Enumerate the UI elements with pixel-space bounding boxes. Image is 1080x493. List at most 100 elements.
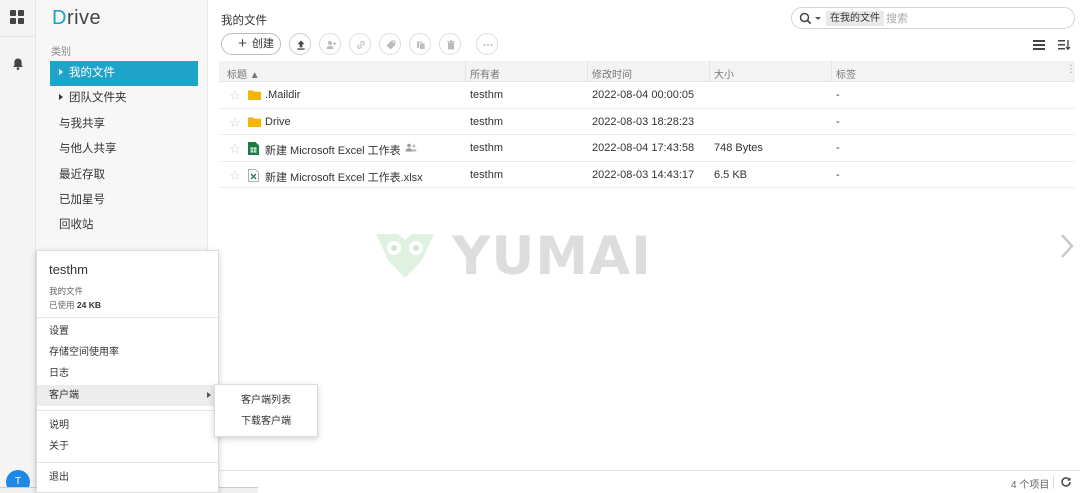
share-button[interactable] [319,33,341,55]
table-row[interactable]: ☆ Drive testhm 2022-08-03 18:28:23 - [219,109,1075,136]
column-divider[interactable] [465,61,466,82]
sidebar-item-starred[interactable]: 已加星号 [50,188,198,213]
menu-item-about[interactable]: 关于 [37,436,218,457]
star-icon[interactable]: ☆ [229,168,241,184]
link-icon [357,41,365,49]
submenu-item-client-list[interactable]: 客户端列表 [215,390,317,411]
create-label: 创建 [251,38,274,50]
link-button[interactable] [349,33,371,55]
sidebar-item-label: 与他人共享 [59,143,117,156]
spreadsheet-icon [248,142,259,156]
sidebar-item-label: 团队文件夹 [69,92,127,105]
file-size: 748 Bytes [714,142,763,155]
column-header-title[interactable]: 标题 ▲ [227,66,260,81]
create-button[interactable]: + 创建 [221,33,281,55]
category-heading: 类别 [51,47,71,58]
table-header: 标题 ▲ 所有者 修改时间 大小 标签 ⋮ [219,61,1076,82]
tag-icon [386,40,396,50]
footer-divider [1053,475,1054,489]
menu-item-storage-usage[interactable]: 存储空间使用率 [37,342,218,363]
menu-item-logout[interactable]: 退出 [37,467,218,488]
menu-item-label: 客户端 [49,390,79,401]
upload-button[interactable] [289,33,311,55]
upload-icon [297,40,305,50]
star-icon[interactable]: ☆ [229,88,241,104]
sidebar-item-shared-with-me[interactable]: 与我共享 [50,112,198,137]
column-divider[interactable] [831,61,832,82]
search-box[interactable]: 在我的文件 [791,7,1075,29]
refresh-icon[interactable] [1060,476,1072,488]
column-header-mtime[interactable]: 修改时间 [592,66,632,81]
menu-divider [37,317,218,318]
expand-triangle-icon[interactable] [59,94,63,101]
more-dots-icon [483,44,493,46]
sidebar-item-shared-with-others[interactable]: 与他人共享 [50,137,198,162]
tag-button[interactable] [379,33,401,55]
more-button[interactable] [476,33,498,55]
menu-item-client[interactable]: 客户端 [37,385,218,406]
submenu-item-download-client[interactable]: 下载客户端 [215,411,317,432]
sidebar-item-team-folders[interactable]: 团队文件夹 [50,86,198,111]
file-name[interactable]: 新建 Microsoft Excel 工作表 [265,142,401,158]
table-row[interactable]: ☆ 新建 Microsoft Excel 工作表.xlsx testhm 202… [219,162,1075,189]
column-options-icon[interactable]: ⋮ [1066,64,1076,75]
file-name[interactable]: Drive [265,116,291,128]
file-name[interactable]: .Maildir [265,89,300,101]
sidebar-item-my-files[interactable]: 我的文件 [50,61,198,87]
file-mtime: 2022-08-04 17:43:58 [592,142,695,155]
sidebar-item-recycle-bin[interactable]: 回收站 [50,213,198,238]
expand-triangle-icon[interactable] [59,69,63,75]
delete-button[interactable] [439,33,461,55]
column-header-owner[interactable]: 所有者 [470,66,500,81]
usage-label: 已使用 [49,300,75,310]
file-tag: - [836,142,840,155]
chevron-down-icon[interactable] [815,17,821,20]
file-owner: testhm [470,142,504,155]
menu-item-settings[interactable]: 设置 [37,321,218,342]
list-view-icon[interactable] [1033,40,1045,50]
menu-subtitle: 我的文件 [49,286,84,296]
sidebar-item-label: 最近存取 [59,168,105,181]
column-divider[interactable] [587,61,588,82]
sidebar-item-recent[interactable]: 最近存取 [50,163,198,188]
usage-value: 24 KB [76,300,101,310]
page-title: 我的文件 [221,15,267,27]
column-divider[interactable] [709,61,710,82]
client-submenu: 客户端列表 下载客户端 [214,384,318,437]
shared-users-icon [405,143,417,152]
apps-grid-icon[interactable] [10,10,25,25]
file-owner: testhm [470,89,504,101]
search-icon[interactable] [799,12,812,25]
copy-button[interactable] [409,33,431,55]
column-header-size[interactable]: 大小 [714,66,734,81]
star-icon[interactable]: ☆ [229,115,241,131]
excel-file-icon [248,168,259,182]
file-name[interactable]: 新建 Microsoft Excel 工作表.xlsx [265,169,423,185]
folder-icon [248,117,261,127]
menu-item-help[interactable]: 说明 [37,415,218,436]
search-input[interactable] [886,11,1066,26]
file-tag: - [836,168,840,181]
submenu-arrow-icon [207,392,211,398]
table-row[interactable]: ☆ .Maildir testhm 2022-08-04 00:00:05 - [219,82,1075,109]
file-owner: testhm [470,168,504,181]
sort-icon[interactable] [1058,39,1071,51]
sidebar-item-label: 与我共享 [59,117,105,130]
drive-logo[interactable]: Drive [52,7,101,30]
star-icon[interactable]: ☆ [229,141,241,157]
main-content: 我的文件 + 创建 在我的文件 搜索 标题 ▲ 所有者 修改时间 大小 标签 ⋮… [209,0,1080,493]
sidebar-item-label: 已加星号 [59,193,105,206]
chevron-right-icon[interactable] [1060,233,1074,259]
file-mtime: 2022-08-04 00:00:05 [592,89,695,101]
column-header-tag[interactable]: 标签 [836,66,856,81]
trash-icon [447,40,455,50]
menu-divider [37,410,218,411]
bell-icon[interactable] [11,57,25,71]
sidebar-item-label: 我的文件 [69,67,115,79]
file-size: 6.5 KB [714,168,748,181]
search-scope-chip[interactable]: 在我的文件 [826,11,884,26]
sidebar-item-label: 回收站 [59,219,94,232]
menu-item-log[interactable]: 日志 [37,363,218,384]
file-owner: testhm [470,115,504,128]
table-row[interactable]: ☆ 新建 Microsoft Excel 工作表 testhm 2022-08-… [219,135,1075,162]
